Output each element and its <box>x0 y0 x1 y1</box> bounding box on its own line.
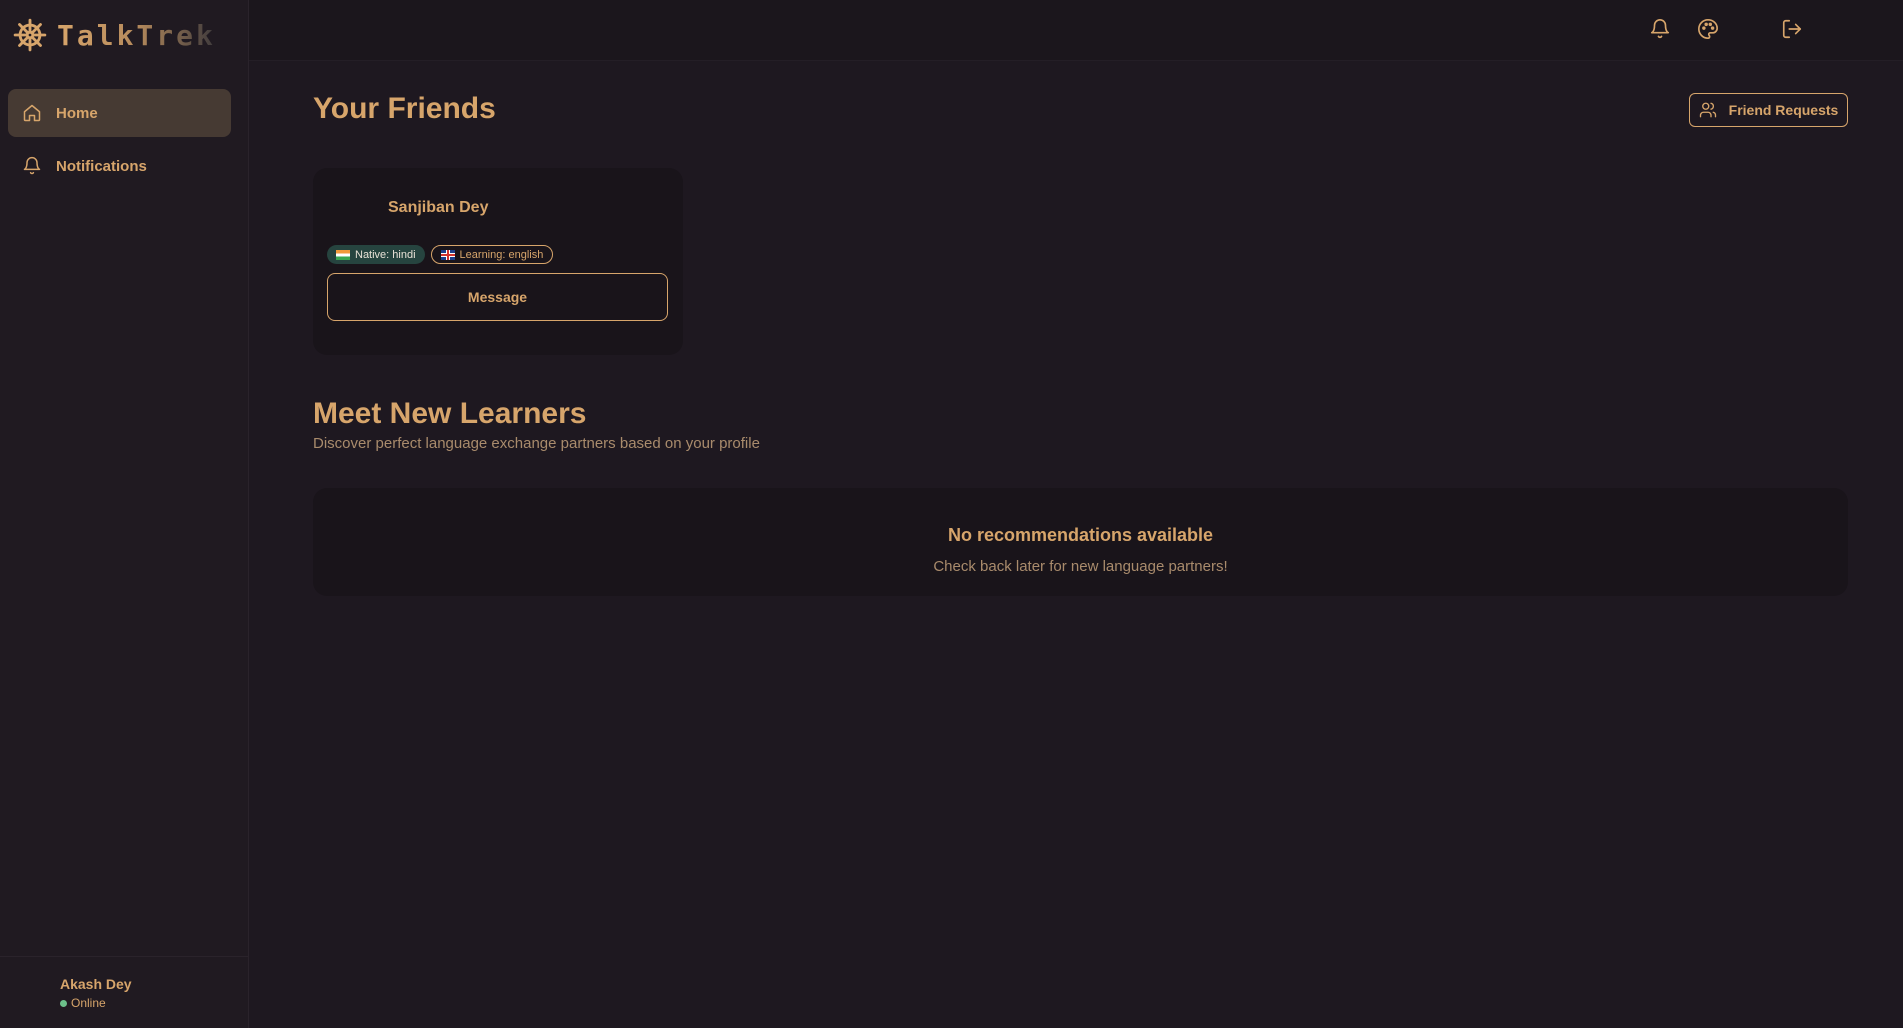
sidebar-item-label: Home <box>56 104 98 122</box>
users-icon <box>1699 102 1716 118</box>
friend-requests-label: Friend Requests <box>1728 102 1839 118</box>
online-status-dot <box>60 999 67 1007</box>
sidebar: TalkTrek Home Notifications Akash Dey On… <box>0 0 249 1028</box>
empty-subtitle: Check back later for new language partne… <box>933 558 1228 575</box>
native-language-badge: Native: hindi <box>327 245 425 264</box>
empty-title: No recommendations available <box>947 525 1214 545</box>
user-profile[interactable]: Akash Dey Online <box>0 956 249 1028</box>
learning-language-badge: Learning: english <box>430 245 554 264</box>
bell-icon <box>23 156 41 175</box>
sidebar-item-label: Notifications <box>56 157 147 175</box>
palette-icon <box>1698 19 1718 39</box>
user-status: Online <box>60 996 249 1010</box>
section-title: Meet New Learners <box>313 397 587 430</box>
learning-language-label: Learning: english <box>459 248 544 261</box>
logout-icon <box>1782 19 1802 39</box>
bell-icon <box>1650 19 1670 39</box>
app-name: TalkTrek <box>57 18 216 52</box>
friend-requests-button[interactable]: Friend Requests <box>1689 93 1848 127</box>
page-title: Your Friends <box>313 92 496 125</box>
sidebar-item-notifications[interactable]: Notifications <box>8 142 231 190</box>
uk-flag-icon <box>440 249 455 260</box>
friend-name: Sanjiban Dey <box>388 199 489 216</box>
friend-card: Sanjiban Dey Native: hindi Learning: eng… <box>313 168 683 355</box>
user-status-label: Online <box>71 996 106 1010</box>
sidebar-item-home[interactable]: Home <box>8 89 231 137</box>
message-button[interactable]: Message <box>327 273 668 321</box>
user-name: Akash Dey <box>60 976 132 992</box>
logout-button[interactable] <box>1779 16 1805 42</box>
logo[interactable]: TalkTrek <box>13 15 216 55</box>
native-language-label: Native: hindi <box>355 248 416 261</box>
language-badges: Native: hindi Learning: english <box>327 245 554 264</box>
app-root: TalkTrek Home Notifications Akash Dey On… <box>0 0 1903 1028</box>
ship-wheel-icon <box>13 18 47 52</box>
empty-recommendations: No recommendations available Check back … <box>313 488 1848 596</box>
home-icon <box>23 104 41 122</box>
sidebar-nav: Home Notifications <box>8 89 231 195</box>
notifications-button[interactable] <box>1647 16 1673 42</box>
india-flag-icon <box>336 249 350 260</box>
main-content: Your Friends Friend Requests Sanjiban De… <box>249 61 1903 1028</box>
topbar <box>249 0 1903 61</box>
theme-button[interactable] <box>1695 16 1721 42</box>
section-subtitle: Discover perfect language exchange partn… <box>313 435 760 452</box>
